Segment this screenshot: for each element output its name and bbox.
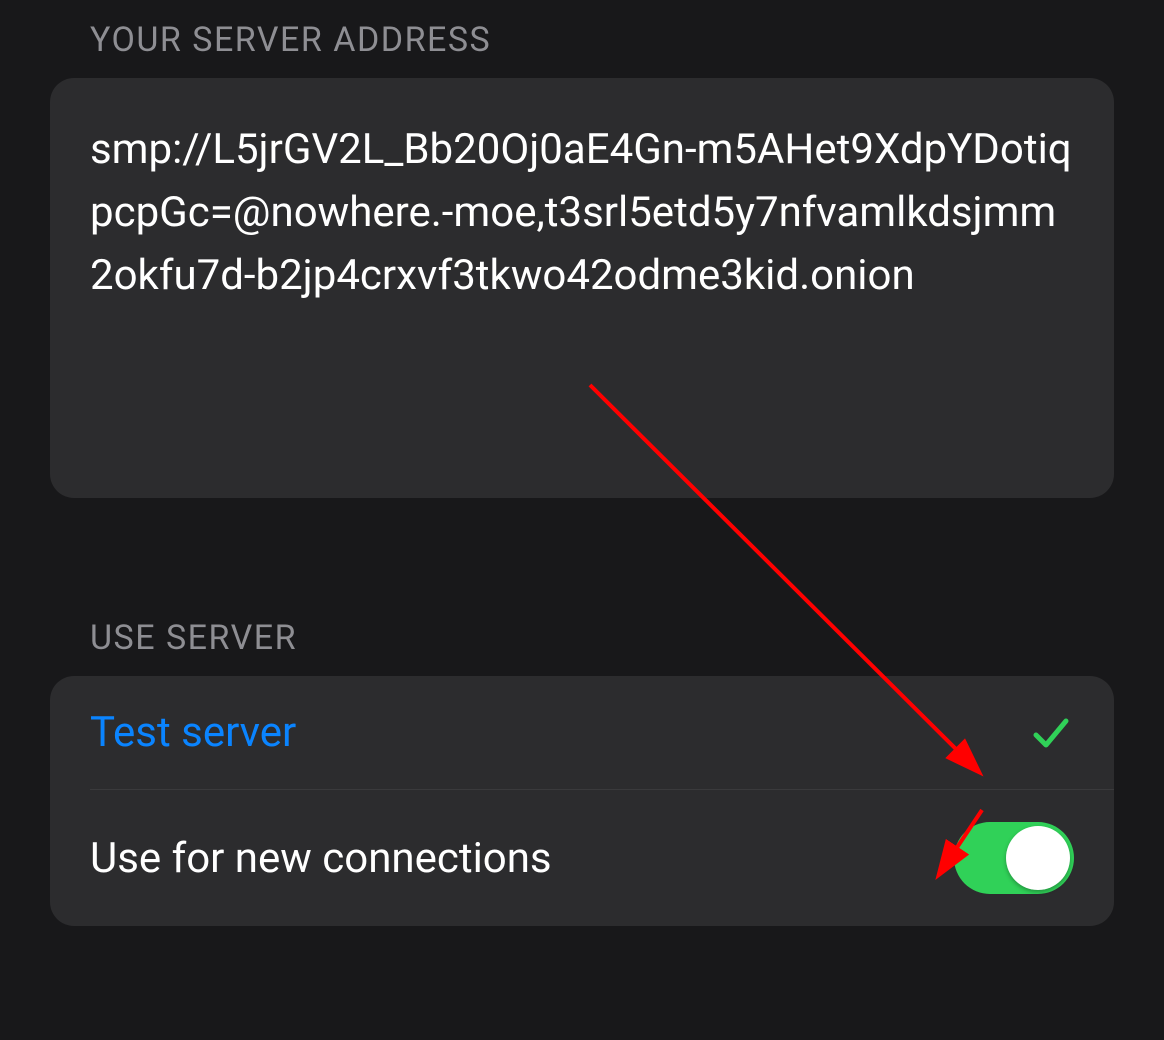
server-address-card[interactable]: smp://L5jrGV2L_Bb20Oj0aE4Gn-m5AHet9XdpYD… xyxy=(50,78,1114,498)
use-server-section-header: Use Server xyxy=(90,618,1114,658)
use-connections-row: Use for new connections xyxy=(50,790,1114,926)
use-connections-toggle[interactable] xyxy=(954,822,1074,894)
server-address-text: smp://L5jrGV2L_Bb20Oj0aE4Gn-m5AHet9XdpYD… xyxy=(90,118,1074,307)
test-server-label: Test server xyxy=(90,708,296,757)
checkmark-icon xyxy=(1026,709,1074,757)
test-server-row[interactable]: Test server xyxy=(50,676,1114,789)
address-section-header: Your Server Address xyxy=(90,20,1114,60)
settings-screen: Your Server Address smp://L5jrGV2L_Bb20O… xyxy=(50,20,1114,926)
toggle-knob xyxy=(1006,826,1070,890)
use-server-card: Test server Use for new connections xyxy=(50,676,1114,926)
use-connections-label: Use for new connections xyxy=(90,834,552,883)
